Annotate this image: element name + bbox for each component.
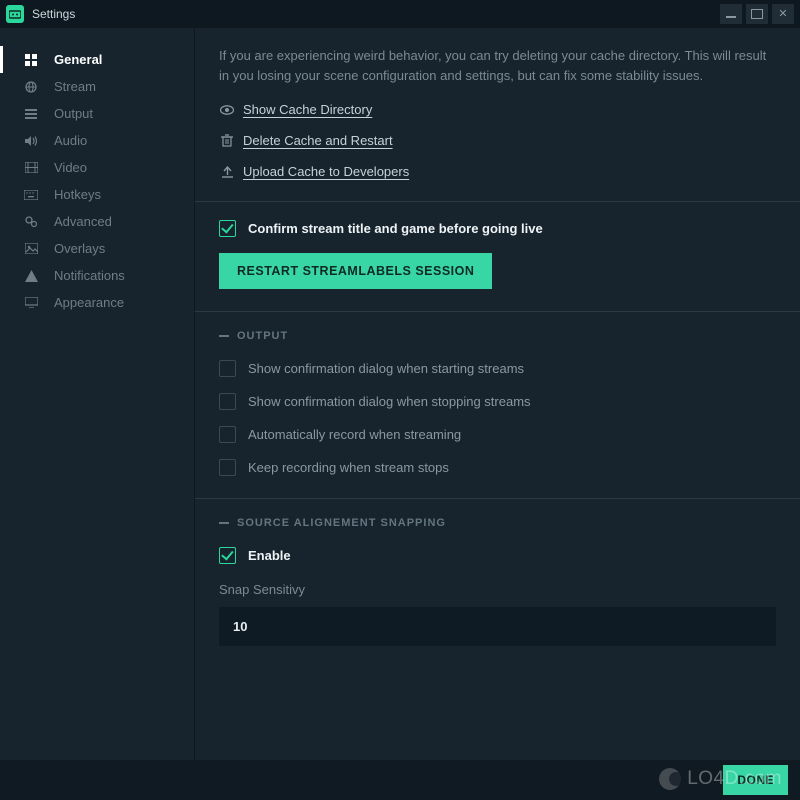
film-icon (22, 162, 40, 173)
cogs-icon (22, 216, 40, 228)
confirm-start-checkbox[interactable] (219, 360, 236, 377)
speaker-icon (22, 135, 40, 147)
sidebar-item-audio[interactable]: Audio (0, 127, 194, 154)
confirm-stop-checkbox[interactable] (219, 393, 236, 410)
snapping-header-label: SOURCE ALIGNEMENT SNAPPING (237, 517, 446, 529)
sidebar-item-label: General (54, 52, 102, 67)
snapping-section: SOURCE ALIGNEMENT SNAPPING Enable Snap S… (195, 499, 800, 668)
bars-icon (22, 108, 40, 120)
main-panel: If you are experiencing weird behavior, … (195, 28, 800, 760)
minimize-button[interactable] (720, 4, 742, 24)
sidebar: General Stream Output Audio (0, 28, 195, 760)
delete-cache-row: Delete Cache and Restart (219, 133, 776, 148)
keep-recording-checkbox[interactable] (219, 459, 236, 476)
keyboard-icon (22, 190, 40, 200)
sidebar-item-general[interactable]: General (0, 46, 194, 73)
sidebar-item-label: Appearance (54, 295, 124, 310)
auto-record-label: Automatically record when streaming (248, 427, 461, 442)
snap-sensitivity-label: Snap Sensitivy (219, 582, 776, 597)
delete-cache-link[interactable]: Delete Cache and Restart (243, 133, 393, 148)
sidebar-item-label: Video (54, 160, 87, 175)
window-title: Settings (32, 7, 75, 21)
sidebar-item-advanced[interactable]: Advanced (0, 208, 194, 235)
globe-icon (22, 81, 40, 93)
sidebar-item-appearance[interactable]: Appearance (0, 289, 194, 316)
output-header[interactable]: OUTPUT (219, 330, 776, 342)
sidebar-item-stream[interactable]: Stream (0, 73, 194, 100)
done-button[interactable]: DONE (723, 765, 788, 795)
warning-icon (22, 270, 40, 282)
close-button[interactable] (772, 4, 794, 24)
snap-sensitivity-input[interactable] (219, 607, 776, 646)
upload-cache-link[interactable]: Upload Cache to Developers (243, 164, 409, 179)
restart-streamlabels-button[interactable]: RESTART STREAMLABELS SESSION (219, 253, 492, 289)
sidebar-item-label: Advanced (54, 214, 112, 229)
snapping-header[interactable]: SOURCE ALIGNEMENT SNAPPING (219, 517, 776, 529)
collapse-icon (219, 335, 229, 337)
cache-section: If you are experiencing weird behavior, … (195, 28, 800, 202)
upload-cache-row: Upload Cache to Developers (219, 164, 776, 179)
output-section: OUTPUT Show confirmation dialog when sta… (195, 312, 800, 499)
output-header-label: OUTPUT (237, 330, 288, 342)
snapping-enable-label: Enable (248, 548, 291, 563)
snapping-enable-checkbox[interactable] (219, 547, 236, 564)
sidebar-item-label: Stream (54, 79, 96, 94)
confirm-section: Confirm stream title and game before goi… (195, 202, 800, 312)
show-cache-row: Show Cache Directory (219, 102, 776, 117)
sidebar-item-output[interactable]: Output (0, 100, 194, 127)
sidebar-item-hotkeys[interactable]: Hotkeys (0, 181, 194, 208)
confirm-start-label: Show confirmation dialog when starting s… (248, 361, 524, 376)
monitor-icon (22, 297, 40, 308)
sidebar-item-label: Audio (54, 133, 87, 148)
keep-recording-label: Keep recording when stream stops (248, 460, 449, 475)
confirm-title-label: Confirm stream title and game before goi… (248, 221, 543, 236)
confirm-stop-label: Show confirmation dialog when stopping s… (248, 394, 531, 409)
sidebar-item-label: Hotkeys (54, 187, 101, 202)
upload-icon (219, 166, 235, 178)
sidebar-item-notifications[interactable]: Notifications (0, 262, 194, 289)
app-icon (6, 5, 24, 23)
footer: DONE (0, 760, 800, 800)
cache-description: If you are experiencing weird behavior, … (219, 46, 776, 86)
sidebar-item-label: Overlays (54, 241, 105, 256)
sidebar-item-label: Notifications (54, 268, 125, 283)
show-cache-link[interactable]: Show Cache Directory (243, 102, 372, 117)
trash-icon (219, 134, 235, 147)
image-icon (22, 243, 40, 254)
maximize-button[interactable] (746, 4, 768, 24)
grid-icon (22, 54, 40, 66)
sidebar-item-video[interactable]: Video (0, 154, 194, 181)
titlebar: Settings (0, 0, 800, 28)
collapse-icon (219, 522, 229, 524)
sidebar-item-label: Output (54, 106, 93, 121)
confirm-title-checkbox[interactable] (219, 220, 236, 237)
eye-icon (219, 105, 235, 115)
sidebar-item-overlays[interactable]: Overlays (0, 235, 194, 262)
settings-window: Settings General Stream (0, 0, 800, 760)
auto-record-checkbox[interactable] (219, 426, 236, 443)
